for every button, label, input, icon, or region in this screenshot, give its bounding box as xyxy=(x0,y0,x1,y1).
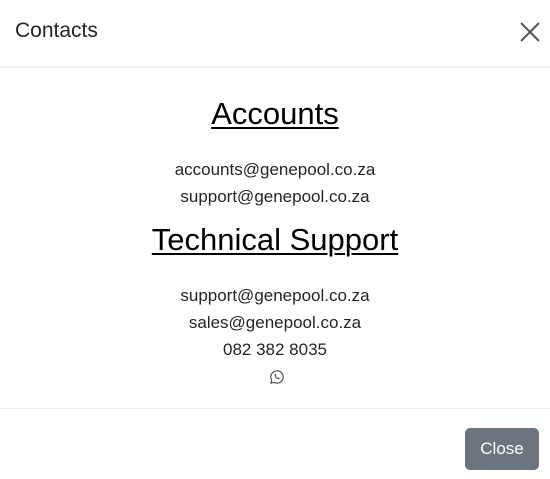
accounts-email-link[interactable]: accounts@genepool.co.za xyxy=(0,159,550,181)
contacts-modal: Contacts Accounts accounts@genepool.co.z… xyxy=(0,0,550,479)
sales-email-link[interactable]: sales@genepool.co.za xyxy=(0,312,550,334)
accounts-heading: Accounts xyxy=(211,96,339,131)
close-button[interactable]: Close xyxy=(465,428,539,470)
phone-number[interactable]: 082 382 8035 xyxy=(0,339,550,361)
tech-support-email-link[interactable]: support@genepool.co.za xyxy=(0,285,550,307)
whatsapp-icon[interactable] xyxy=(269,369,285,385)
technical-support-heading: Technical Support xyxy=(151,222,399,257)
modal-title: Contacts xyxy=(15,19,98,42)
close-icon[interactable] xyxy=(516,18,544,46)
modal-body: Accounts accounts@genepool.co.za support… xyxy=(0,68,550,408)
modal-header: Contacts xyxy=(0,0,550,68)
modal-footer: Close xyxy=(0,408,550,479)
accounts-support-email-link[interactable]: support@genepool.co.za xyxy=(0,186,550,208)
